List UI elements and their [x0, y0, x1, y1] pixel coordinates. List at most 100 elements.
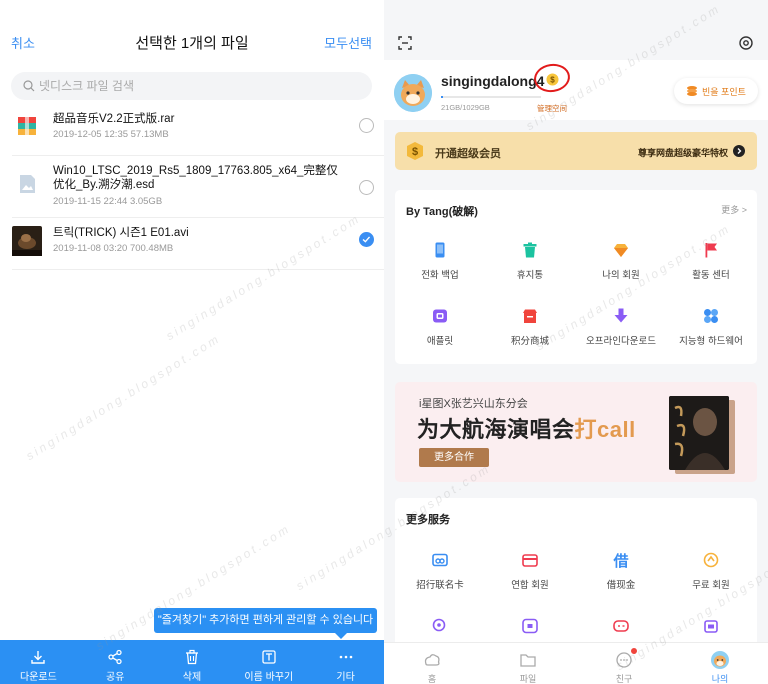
points-label: 빈을 포인트 — [702, 87, 746, 97]
diamond-icon — [614, 244, 628, 257]
rename-button[interactable]: 이름 바꾸기 — [230, 640, 307, 684]
svg-text:$: $ — [412, 146, 418, 158]
points-button[interactable]: 빈을 포인트 — [674, 78, 758, 104]
service-label: 招行联名卡 — [416, 580, 464, 591]
download-label: 다운로드 — [19, 672, 57, 683]
tab-files[interactable]: 파일 — [480, 643, 576, 684]
archive-file-icon — [18, 117, 36, 135]
search-bar[interactable] — [11, 72, 372, 100]
services-card: 更多服务 招行联名卡 연합 회원 借 借现金 무료 회원 — [395, 498, 757, 658]
rename-label: 이름 바꾸기 — [244, 672, 294, 683]
notification-badge — [631, 648, 637, 654]
avatar[interactable] — [394, 74, 432, 112]
tab-friends[interactable]: 친구 — [576, 643, 672, 684]
tools-card: By Tang(破解) 更多 > 전화 백업 휴지통 나의 회원 활동 센터 애… — [395, 190, 757, 364]
member-card-icon — [522, 554, 538, 567]
share-icon — [108, 649, 122, 665]
tab-home[interactable]: 홈 — [384, 643, 480, 684]
home-tab-icon — [424, 654, 440, 666]
tool-my-membership[interactable]: 나의 회원 — [576, 236, 666, 296]
storage-progress — [441, 96, 541, 98]
username: singingdalong4 — [441, 73, 545, 89]
file-action-toolbar: 다운로드 공유 삭제 이름 바꾸기 기타 — [0, 640, 384, 684]
promo-title-main: 为大航海演唱会 — [417, 417, 575, 442]
file-tab-icon — [520, 654, 536, 667]
search-input[interactable] — [39, 72, 359, 100]
tool-phone-backup[interactable]: 전화 백업 — [395, 236, 485, 296]
tool-label: 휴지통 — [516, 270, 544, 281]
promo-title: 为大航海演唱会打call — [417, 412, 636, 444]
file-row[interactable]: 트릭(TRICK) 시즌1 E01.avi 2019-11-08 03:20 7… — [12, 218, 384, 270]
applet-icon — [433, 309, 447, 323]
applet-service-icon — [522, 618, 538, 634]
tool-smart-hardware[interactable]: 지능형 하드웨어 — [666, 302, 756, 362]
game-service-icon — [613, 620, 629, 632]
trash-bin-icon — [523, 242, 537, 258]
file-meta: 2019-11-08 03:20 700.48MB — [53, 243, 174, 254]
shop-icon — [523, 309, 537, 323]
video-thumbnail — [12, 226, 42, 256]
favorites-tooltip: "즐겨찾기" 추가하면 편하게 관리할 수 있습니다 — [154, 608, 377, 639]
promo-banner[interactable]: i星图X张艺兴山东分会 为大航海演唱会打call 更多合作 — [395, 382, 757, 482]
share-button[interactable]: 공유 — [77, 640, 154, 684]
select-all-button[interactable]: 모두선택 — [324, 33, 372, 52]
arrow-right-icon — [733, 145, 745, 157]
file-name: 트릭(TRICK) 시즌1 E01.avi — [53, 227, 189, 239]
vip-coin-icon: $ — [407, 142, 423, 160]
service-free-membership[interactable]: 무료 회원 — [666, 546, 756, 606]
tab-label: 친구 — [615, 674, 633, 684]
file-row[interactable]: 超品音乐V2.2正式版.rar 2019-12-05 12:35 57.13MB — [12, 104, 384, 156]
tool-label: 积分商城 — [510, 336, 549, 347]
file-name: Win10_LTSC_2019_Rs5_1809_17763.805_x64_完… — [53, 165, 338, 191]
download-icon — [31, 651, 46, 664]
svg-text:借: 借 — [613, 552, 629, 568]
image-file-icon — [20, 175, 35, 193]
tool-activity-center[interactable]: 활동 센터 — [666, 236, 756, 296]
vip-privilege: 尊享网盘超级豪华特权 — [637, 148, 728, 158]
tool-applet[interactable]: 애플릿 — [395, 302, 485, 362]
delete-button[interactable]: 삭제 — [154, 640, 231, 684]
service-bank-card[interactable]: 招行联名卡 — [395, 546, 485, 606]
more-button[interactable]: 기타 — [307, 640, 384, 684]
trash-icon — [185, 649, 198, 665]
manage-space-link[interactable]: 管理空间 — [537, 103, 567, 114]
service-borrow-cash[interactable]: 借 借现金 — [576, 546, 666, 606]
services-title: 更多服务 — [406, 514, 450, 526]
offline-download-icon — [614, 308, 628, 323]
profile-panel: singingdalong4 $ 21GB/1029GB 管理空间 빈을 포인트… — [384, 0, 768, 684]
tool-trash[interactable]: 휴지통 — [485, 236, 575, 296]
vip-banner[interactable]: $ 开通超级会员 尊享网盘超级豪华特权 — [395, 132, 757, 170]
file-checkbox[interactable] — [359, 180, 374, 195]
scan-icon[interactable] — [398, 36, 412, 50]
file-checkbox[interactable] — [359, 118, 374, 133]
tools-title: By Tang(破解) — [406, 206, 478, 218]
tool-offline-download[interactable]: 오프라인다운로드 — [576, 302, 666, 362]
tab-me[interactable]: 나의 — [672, 643, 768, 684]
more-icon — [339, 655, 352, 659]
promo-title-accent: 打call — [574, 417, 636, 442]
file-checkbox-checked[interactable] — [359, 232, 374, 247]
flag-icon — [705, 243, 717, 258]
storage-usage: 21GB/1029GB — [441, 103, 490, 112]
service-joint-membership[interactable]: 연합 회원 — [485, 546, 575, 606]
coins-icon — [687, 86, 697, 96]
hardware-icon — [704, 309, 718, 323]
file-meta: 2019-12-05 12:35 57.13MB — [53, 129, 169, 140]
file-row[interactable]: Win10_LTSC_2019_Rs5_1809_17763.805_x64_完… — [12, 156, 384, 218]
tools-more-link[interactable]: 更多 > — [721, 203, 747, 216]
free-member-icon — [703, 552, 719, 568]
tool-label: 나의 회원 — [602, 270, 640, 281]
phone-backup-icon — [435, 242, 445, 258]
tool-label: 애플릿 — [426, 336, 454, 347]
file-name: 超品音乐V2.2正式版.rar — [53, 113, 175, 125]
selection-header: 취소 선택한 1개의 파일 모두선택 — [0, 0, 384, 64]
profile-header: singingdalong4 $ 21GB/1029GB 管理空间 빈을 포인트 — [384, 60, 768, 120]
download-button[interactable]: 다운로드 — [0, 640, 77, 684]
settings-icon[interactable] — [738, 35, 754, 51]
more-cooperation-button[interactable]: 更多合作 — [419, 448, 489, 467]
chat-tab-icon — [616, 652, 632, 668]
service-label: 借现金 — [606, 580, 636, 591]
gift-service-icon — [704, 620, 718, 633]
share-label: 공유 — [105, 672, 125, 683]
tool-points-mall[interactable]: 积分商城 — [485, 302, 575, 362]
